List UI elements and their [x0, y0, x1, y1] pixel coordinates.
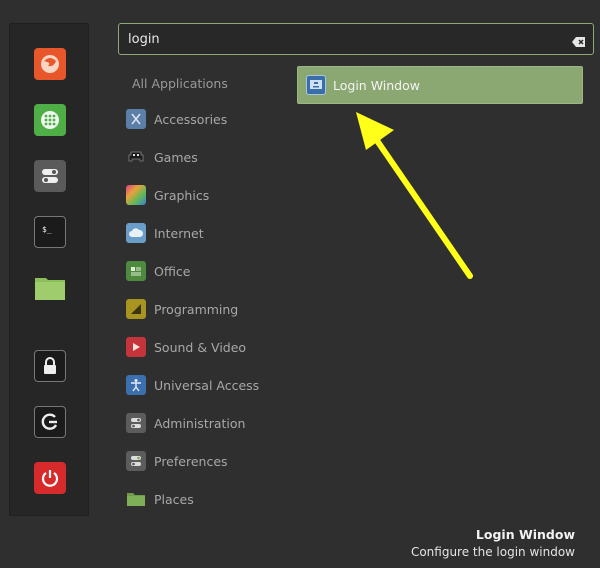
places-icon — [126, 489, 146, 509]
category-programming[interactable]: Programming — [126, 297, 238, 321]
annotation-arrow — [356, 112, 473, 279]
system-settings-icon[interactable] — [34, 160, 66, 192]
login-window-icon — [306, 75, 326, 95]
lock-screen-icon[interactable] — [34, 350, 66, 382]
category-graphics[interactable]: Graphics — [126, 183, 209, 207]
category-label: Preferences — [154, 453, 228, 469]
programming-icon — [126, 299, 146, 319]
universal-access-icon — [126, 375, 146, 395]
category-preferences[interactable]: Preferences — [126, 449, 228, 473]
category-games[interactable]: Games — [126, 145, 198, 169]
search-input[interactable] — [128, 31, 548, 47]
firefox-icon[interactable] — [34, 48, 66, 80]
category-label: Office — [154, 263, 191, 279]
software-manager-icon[interactable] — [34, 104, 66, 136]
internet-icon — [126, 223, 146, 243]
category-places[interactable]: Places — [126, 487, 194, 511]
category-label: Graphics — [154, 187, 210, 203]
category-label: Sound & Video — [154, 339, 247, 355]
category-accessories[interactable]: Accessories — [126, 107, 227, 131]
accessories-icon — [126, 109, 146, 129]
office-icon — [126, 261, 146, 281]
result-login-window[interactable]: Login Window — [297, 66, 583, 104]
shutdown-icon[interactable] — [34, 462, 66, 494]
category-sound-video[interactable]: Sound & Video — [126, 335, 246, 359]
graphics-icon — [126, 185, 146, 205]
category-universal-access[interactable]: Universal Access — [126, 373, 259, 397]
info-title: Login Window — [475, 527, 575, 542]
category-internet[interactable]: Internet — [126, 221, 204, 245]
category-label: Places — [154, 491, 194, 507]
svg-text:$_: $_ — [42, 225, 52, 234]
category-office[interactable]: Office — [126, 259, 191, 283]
category-label: Programming — [154, 301, 239, 317]
category-administration[interactable]: Administration — [126, 411, 245, 435]
category-label: Universal Access — [154, 377, 260, 393]
search-box[interactable] — [118, 23, 594, 55]
category-label: Administration — [154, 415, 246, 431]
logout-icon[interactable] — [34, 406, 66, 438]
info-description: Configure the login window — [410, 545, 575, 559]
terminal-icon[interactable]: $_ — [34, 216, 66, 248]
administration-icon — [126, 413, 146, 433]
category-label: All Applications — [132, 75, 228, 91]
favorites-sidebar: $_ — [9, 23, 89, 516]
preferences-icon — [126, 451, 146, 471]
category-label: Internet — [154, 225, 204, 241]
category-label: Games — [154, 149, 198, 165]
category-label: Accessories — [154, 111, 228, 127]
category-all-applications[interactable]: All Applications — [132, 71, 228, 95]
clear-search-icon[interactable] — [572, 33, 586, 52]
files-icon[interactable] — [34, 272, 66, 304]
sound-video-icon — [126, 337, 146, 357]
result-label: Login Window — [333, 77, 420, 93]
games-icon — [126, 147, 146, 167]
